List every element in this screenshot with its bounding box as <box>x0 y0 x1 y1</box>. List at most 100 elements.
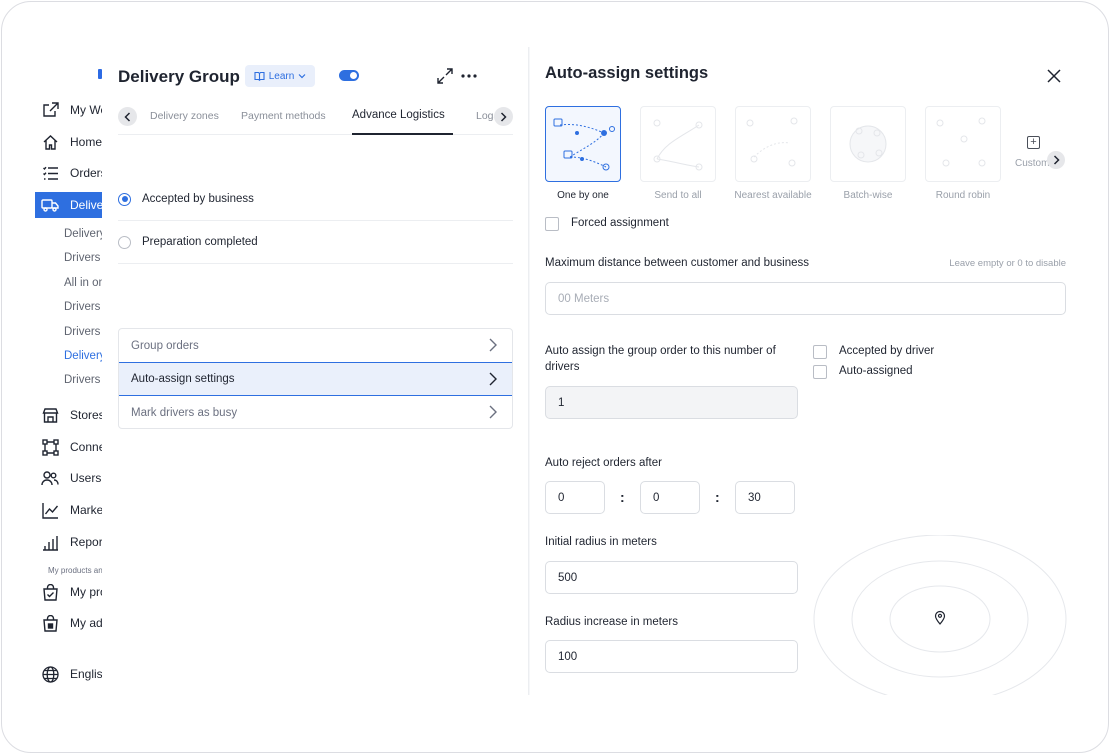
sidebar-item-language[interactable]: English <box>35 661 105 687</box>
users-icon <box>41 469 59 487</box>
menu-item-auto-assign-settings[interactable]: Auto-assign settings <box>119 362 512 396</box>
group-drivers-label-line2: drivers <box>545 361 580 373</box>
radio-button[interactable] <box>118 235 131 249</box>
round-robin-illustration <box>936 117 986 167</box>
tab-scroll-right[interactable] <box>494 107 513 126</box>
bar-chart-icon <box>41 533 59 551</box>
panel-title: Auto-assign settings <box>545 64 709 82</box>
custom-strategy-label[interactable]: Custom <box>1015 158 1051 172</box>
list-icon <box>41 164 59 182</box>
book-icon <box>254 71 265 81</box>
sidebar-subitem[interactable]: Delivery zones <box>64 228 105 240</box>
sidebar-subitem[interactable]: All in one <box>64 277 105 289</box>
chevron-right-icon <box>489 372 497 386</box>
sidebar-subitem-active[interactable]: Delivery groups <box>64 350 105 362</box>
group-drivers-input[interactable]: 1 <box>545 386 798 419</box>
sidebar-item-my-addons[interactable]: My addons <box>35 610 105 636</box>
one-by-one-illustration <box>553 118 615 171</box>
enabled-toggle[interactable] <box>339 70 359 81</box>
max-distance-input[interactable]: 00 Meters <box>545 282 1066 315</box>
radius-increase-label: Radius increase in meters <box>545 616 678 628</box>
sidebar-item-delivery[interactable]: Delivery <box>35 192 105 218</box>
sidebar-item-stores[interactable]: Stores <box>35 402 105 428</box>
chevron-right-icon <box>489 405 497 419</box>
learn-dropdown[interactable]: Learn <box>245 65 315 87</box>
sidebar-subitem[interactable]: Drivers <box>64 326 105 338</box>
send-to-all-illustration <box>653 119 703 171</box>
accepted-by-driver-checkbox[interactable] <box>813 345 827 359</box>
page-title: Delivery Group <box>118 67 240 86</box>
reject-hours-input[interactable]: 0 <box>545 481 605 514</box>
sidebar-item-connect[interactable]: Connect <box>35 434 105 460</box>
nearest-available-illustration <box>746 117 798 167</box>
strategy-batch-wise[interactable] <box>830 106 906 182</box>
active-tab-indicator <box>352 133 453 135</box>
accepted-by-driver-label: Accepted by driver <box>839 345 935 357</box>
menu-item-group-orders[interactable]: Group orders <box>119 329 512 362</box>
max-distance-hint: Leave empty or 0 to disable <box>949 258 1066 269</box>
time-separator: : <box>620 489 625 505</box>
chevron-right-icon <box>500 111 507 122</box>
strategy-label-round-robin: Round robin <box>935 190 991 201</box>
app-container: My Website Home Orders Delivery D <box>35 47 1077 695</box>
chevron-down-icon <box>298 74 306 79</box>
batch-wise-illustration <box>849 125 887 163</box>
tab-logs[interactable]: Logs <box>476 110 494 122</box>
strategy-scroll-right[interactable] <box>1047 151 1065 169</box>
auto-assign-panel: Auto-assign settings One by one Send to … <box>530 47 1077 695</box>
sidebar-item-users[interactable]: Users <box>35 465 105 491</box>
forced-assignment-label: Forced assignment <box>571 217 669 229</box>
tab-scroll-left[interactable] <box>118 107 137 126</box>
bag-icon <box>41 583 59 601</box>
initial-radius-input[interactable]: 500 <box>545 561 798 594</box>
tab-delivery-zones[interactable]: Delivery zones <box>150 110 219 122</box>
max-distance-label: Maximum distance between customer and bu… <box>545 257 809 269</box>
more-options-icon[interactable] <box>461 74 477 78</box>
sidebar-item-my-website[interactable]: My Website <box>35 97 105 123</box>
radio-preparation-completed[interactable]: Preparation completed <box>118 221 513 264</box>
radius-increase-input[interactable]: 100 <box>545 640 798 673</box>
home-icon <box>41 133 59 151</box>
close-icon[interactable] <box>1047 69 1061 83</box>
menu-item-mark-drivers-busy[interactable]: Mark drivers as busy <box>119 396 512 428</box>
sidebar-item-my-products[interactable]: My products <box>35 579 105 605</box>
store-icon <box>41 406 59 424</box>
strategy-round-robin[interactable] <box>925 106 1001 182</box>
sidebar-item-orders[interactable]: Orders <box>35 160 105 186</box>
trend-icon <box>41 501 59 519</box>
network-icon <box>41 438 59 456</box>
chevron-right-icon <box>1053 155 1060 165</box>
tab-payment-methods[interactable]: Payment methods <box>241 110 326 122</box>
expand-icon[interactable] <box>436 67 454 85</box>
strategy-label-batch-wise: Batch-wise <box>843 190 893 201</box>
sidebar-subitem[interactable]: Drivers <box>64 374 105 386</box>
strategy-one-by-one[interactable] <box>545 106 621 182</box>
auto-assigned-label: Auto-assigned <box>839 365 913 377</box>
radio-button[interactable] <box>118 192 131 206</box>
tab-advance-logistics[interactable]: Advance Logistics <box>352 109 445 121</box>
sidebar-item-reports[interactable]: Reports <box>35 529 105 555</box>
lock-bag-icon <box>41 614 59 632</box>
strategy-label-send-to-all: Send to all <box>654 190 702 201</box>
delivery-group-panel: Delivery Group Learn Delivery zones Paym… <box>102 47 529 695</box>
learn-label: Learn <box>268 70 295 82</box>
group-drivers-label: Auto assign the group order to this numb… <box>545 345 776 357</box>
settings-menu: Group orders Auto-assign settings Mark d… <box>118 328 513 429</box>
radio-accepted-by-business[interactable]: Accepted by business <box>118 178 513 221</box>
auto-assigned-checkbox[interactable] <box>813 365 827 379</box>
reject-seconds-input[interactable]: 30 <box>735 481 795 514</box>
auto-reject-label: Auto reject orders after <box>545 457 662 469</box>
forced-assignment-checkbox[interactable] <box>545 217 559 231</box>
sidebar-item-home[interactable]: Home <box>35 129 105 155</box>
initial-radius-label: Initial radius in meters <box>545 536 657 548</box>
strategy-nearest-available[interactable] <box>735 106 811 182</box>
add-custom-icon[interactable]: + <box>1027 136 1040 149</box>
strategy-send-to-all[interactable] <box>640 106 716 182</box>
strategy-label-nearest: Nearest available <box>734 190 812 201</box>
sidebar-subitem[interactable]: Drivers <box>64 252 105 264</box>
chevron-left-icon <box>124 111 131 122</box>
sidebar-item-marketing[interactable]: Marketing <box>35 497 105 523</box>
sidebar-subitem[interactable]: Drivers groups <box>64 301 105 313</box>
reject-minutes-input[interactable]: 0 <box>640 481 700 514</box>
time-separator: : <box>715 489 720 505</box>
